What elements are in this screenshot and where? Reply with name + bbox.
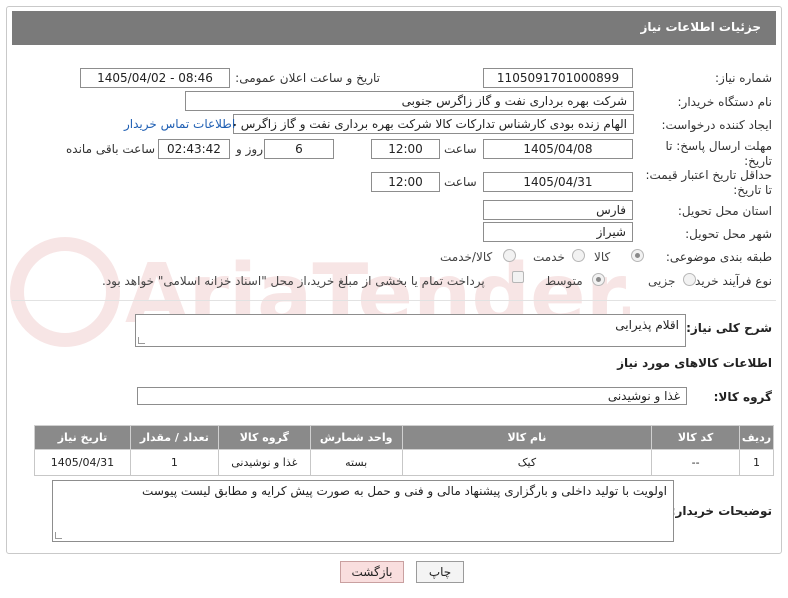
table-row: 1 -- کیک بسته غذا و نوشیدنی 1 1405/04/31 <box>34 449 774 476</box>
city-field: شیراز <box>483 222 633 242</box>
creator-label: ایجاد کننده درخواست: <box>661 118 772 132</box>
cell-goods-name: کیک <box>401 449 653 476</box>
remaining-label: ساعت باقی مانده <box>66 142 156 156</box>
table-header-row: ردیف کد کالا نام کالا واحد شمارش گروه کا… <box>34 425 774 450</box>
resize-grip-icon <box>138 337 145 344</box>
deadline-time-field: 12:00 <box>371 139 440 159</box>
buyer-notes-textarea: اولویت با تولید داخلی و بارگزاری پیشنهاد… <box>52 480 674 542</box>
buyer-field: شرکت بهره برداری نفت و گاز زاگرس جنوبی <box>185 91 634 111</box>
col-goods-group: گروه کالا <box>217 425 311 450</box>
category-label: طبقه بندی موضوعی: <box>665 250 772 264</box>
buyer-notes-text: اولویت با تولید داخلی و بارگزاری پیشنهاد… <box>142 484 667 498</box>
need-number-field: 1105091701000899 <box>483 68 633 88</box>
deadline-time-label: ساعت <box>444 142 477 156</box>
card-header: جزئیات اطلاعات نیاز <box>12 11 776 45</box>
print-button[interactable]: چاپ <box>416 561 464 583</box>
goods-group-label: گروه کالا: <box>713 390 772 404</box>
process-radio-minor[interactable] <box>683 273 696 286</box>
summary-text: اقلام پذیرایی <box>615 318 679 332</box>
process-option-minor: جزیی <box>648 274 676 288</box>
validity-label: حداقل تاریخ اعتبار قیمت: تا تاریخ: <box>645 168 772 197</box>
items-table: ردیف کد کالا نام کالا واحد شمارش گروه کا… <box>34 425 774 476</box>
days-field: 6 <box>264 139 334 159</box>
city-label: شهر محل تحویل: <box>685 227 772 241</box>
summary-label: شرح کلی نیاز: <box>686 321 772 335</box>
back-button[interactable]: بازگشت <box>340 561 404 583</box>
process-radio-medium[interactable] <box>592 273 605 286</box>
category-option-goods-service: کالا/خدمت <box>440 250 493 264</box>
cell-goods-group: غذا و نوشیدنی <box>217 449 311 476</box>
deadline-date-field: 1405/04/08 <box>483 139 633 159</box>
section-divider <box>12 300 776 301</box>
category-radio-goods-service[interactable] <box>503 249 516 262</box>
buyer-contact-link[interactable]: اطلاعات تماس خریدار <box>124 117 235 131</box>
goods-group-field: غذا و نوشیدنی <box>137 387 687 405</box>
province-label: استان محل تحویل: <box>677 204 772 218</box>
announce-datetime-field: 1405/04/02 - 08:46 <box>80 68 230 88</box>
cell-quantity: 1 <box>129 449 219 476</box>
col-quantity: تعداد / مقدار <box>129 425 219 450</box>
category-option-goods: کالا <box>594 250 611 264</box>
goods-info-title: اطلاعات کالاهای مورد نیاز <box>617 356 772 370</box>
cell-need-date: 1405/04/31 <box>34 449 131 476</box>
days-label: روز و <box>236 142 263 156</box>
cell-goods-code: -- <box>651 449 741 476</box>
remaining-time-field: 02:43:42 <box>158 139 230 159</box>
deadline-label: مهلت ارسال پاسخ: تا تاریخ: <box>665 139 772 168</box>
process-option-medium: متوسط <box>545 274 583 288</box>
col-goods-code: کد کالا <box>651 425 741 450</box>
validity-date-field: 1405/04/31 <box>483 172 633 192</box>
col-need-date: تاریخ نیاز <box>34 425 131 450</box>
resize-grip-icon <box>55 532 62 539</box>
validity-time-field: 12:00 <box>371 172 440 192</box>
announce-label: تاریخ و ساعت اعلان عمومی: <box>235 71 380 85</box>
category-radio-service[interactable] <box>572 249 585 262</box>
category-radio-goods[interactable] <box>631 249 644 262</box>
validity-time-label: ساعت <box>444 175 477 189</box>
buyer-label: نام دستگاه خریدار: <box>677 95 773 109</box>
col-goods-name: نام کالا <box>401 425 653 450</box>
province-field: فارس <box>483 200 633 220</box>
creator-field: الهام زنده بودی کارشناس تدارکات کالا شرک… <box>233 114 634 134</box>
cell-row-number: 1 <box>739 449 774 476</box>
cell-unit: بسته <box>309 449 403 476</box>
col-row-number: ردیف <box>739 425 774 450</box>
treasury-payment-note: پرداخت تمام یا بخشی از مبلغ خرید،از محل … <box>102 274 485 288</box>
need-number-label: شماره نیاز: <box>715 71 772 85</box>
buyer-notes-label: توضیحات خریدار: <box>670 504 772 518</box>
summary-textarea: اقلام پذیرایی <box>135 314 686 347</box>
category-option-service: خدمت <box>533 250 565 264</box>
process-label: نوع فرآیند خرید : <box>687 274 772 288</box>
treasury-payment-checkbox[interactable] <box>512 271 524 283</box>
col-unit: واحد شمارش <box>309 425 403 450</box>
page-title: جزئیات اطلاعات نیاز <box>640 20 761 34</box>
